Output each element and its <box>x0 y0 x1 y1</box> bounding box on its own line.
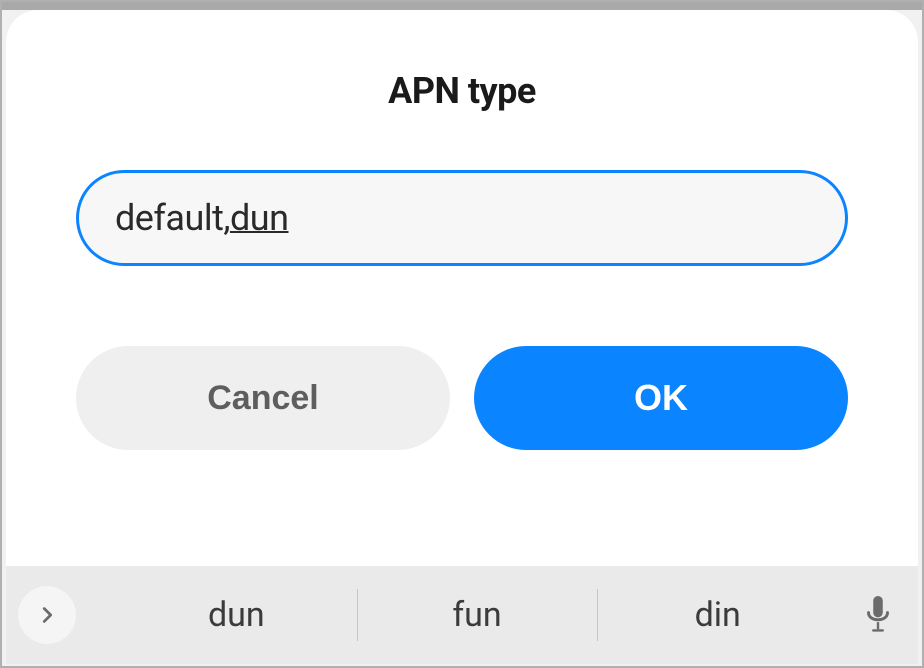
mic-icon[interactable] <box>838 596 918 634</box>
dialog-button-row: Cancel OK <box>76 346 848 450</box>
chevron-right-icon[interactable] <box>18 586 76 644</box>
input-text-prefix: default, <box>115 197 230 239</box>
cancel-button[interactable]: Cancel <box>76 346 450 450</box>
apn-type-dialog: APN type default,dun Cancel OK <box>6 10 918 570</box>
input-text-compose: dun <box>230 197 289 239</box>
apn-type-input-value[interactable]: default,dun <box>115 197 809 239</box>
suggestion-0[interactable]: dun <box>116 585 357 645</box>
keyboard-suggestions: dun fun din <box>116 585 838 645</box>
ok-button[interactable]: OK <box>474 346 848 450</box>
suggestion-2[interactable]: din <box>597 585 838 645</box>
suggestion-1[interactable]: fun <box>357 585 598 645</box>
dialog-title: APN type <box>388 70 536 112</box>
apn-type-input[interactable]: default,dun <box>76 170 848 266</box>
keyboard-suggestion-bar: dun fun din <box>6 566 918 664</box>
status-bar-spacer <box>2 2 922 10</box>
